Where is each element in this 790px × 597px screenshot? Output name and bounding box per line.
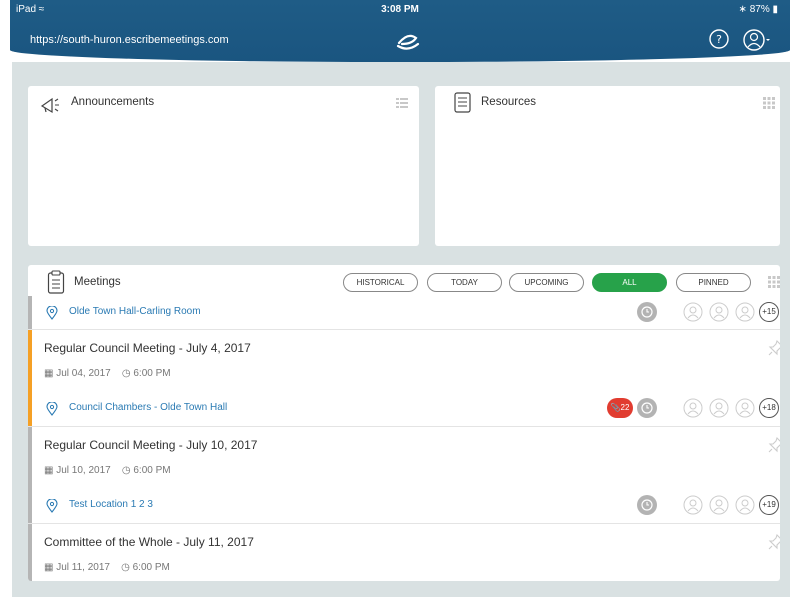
filter-upcoming[interactable]: UPCOMING — [509, 273, 584, 292]
filter-all[interactable]: ALL — [592, 273, 667, 292]
status-bar — [28, 427, 32, 523]
location-pin-icon — [46, 498, 58, 518]
status-bar — [28, 524, 32, 581]
grid-view-icon[interactable] — [763, 96, 775, 114]
attendee-avatar-icon — [683, 302, 703, 322]
list-view-icon[interactable] — [396, 96, 408, 114]
grid-view-icon[interactable] — [768, 275, 780, 293]
meetings-card: Meetings HISTORICAL TODAY UPCOMING ALL P… — [28, 265, 780, 581]
user-profile-icon[interactable] — [742, 28, 770, 57]
meeting-title[interactable]: Regular Council Meeting - July 4, 2017 — [44, 341, 251, 355]
attendee-avatar-icon — [709, 302, 729, 322]
help-icon[interactable]: ? — [708, 28, 730, 55]
location-pin-icon — [46, 305, 58, 325]
document-icon — [453, 92, 473, 119]
meeting-title[interactable]: Committee of the Whole - July 11, 2017 — [44, 535, 254, 549]
meeting-row[interactable]: Regular Council Meeting - July 4, 2017 ▦… — [28, 330, 780, 427]
meetings-title: Meetings — [74, 276, 121, 288]
filter-pinned[interactable]: PINNED — [676, 273, 751, 292]
attendee-avatar-icon — [709, 398, 729, 418]
attachments-badge[interactable]: 📎22 — [607, 398, 633, 418]
attendee-avatar-icon — [683, 398, 703, 418]
pin-icon[interactable] — [768, 533, 780, 555]
attendee-count[interactable]: +18 — [759, 398, 779, 418]
status-bar — [28, 330, 32, 426]
attendee-avatar-icon — [735, 495, 755, 515]
calendar-icon: ▦ — [44, 368, 54, 379]
resources-title: Resources — [481, 96, 536, 108]
meeting-row[interactable]: Committee of the Whole - July 11, 2017 ▦… — [28, 524, 780, 581]
attendee-avatar-icon — [735, 302, 755, 322]
meeting-location-link[interactable]: Olde Town Hall-Carling Room — [69, 306, 201, 317]
status-time: 3:08 PM — [381, 4, 419, 15]
pin-icon[interactable] — [768, 339, 780, 361]
meeting-datetime: ▦ Jul 04, 2017 ◷ 6:00 PM — [44, 368, 171, 379]
clock-icon[interactable] — [637, 398, 657, 418]
svg-text:?: ? — [716, 33, 722, 46]
calendar-icon: ▦ — [44, 465, 54, 476]
attendee-count[interactable]: +15 — [759, 302, 779, 322]
dashboard-content: Announcements Resources Meetings HISTORI… — [12, 62, 790, 597]
meeting-location-link[interactable]: Test Location 1 2 3 — [69, 499, 153, 510]
pin-icon[interactable] — [768, 436, 780, 458]
location-pin-icon — [46, 401, 58, 421]
megaphone-icon — [40, 94, 62, 119]
clipboard-icon — [47, 270, 65, 299]
announcements-card: Announcements — [28, 86, 419, 246]
site-url: https://south-huron.escribemeetings.com — [30, 34, 229, 46]
clock-icon[interactable] — [637, 495, 657, 515]
attendee-avatar-icon — [709, 495, 729, 515]
meeting-location-link[interactable]: Council Chambers - Olde Town Hall — [69, 402, 227, 413]
attendee-avatar-icon — [683, 495, 703, 515]
filter-historical[interactable]: HISTORICAL — [343, 273, 418, 292]
attendee-avatar-icon — [735, 398, 755, 418]
escribe-logo-icon[interactable] — [394, 30, 422, 57]
status-bar — [28, 296, 32, 329]
meeting-row[interactable]: Olde Town Hall-Carling Room +15 — [28, 296, 780, 330]
meeting-datetime: ▦ Jul 10, 2017 ◷ 6:00 PM — [44, 465, 171, 476]
clock-icon[interactable] — [637, 302, 657, 322]
calendar-icon: ▦ — [44, 562, 54, 573]
app-header: iPad ≈ 3:08 PM ∗ 87% ▮ https://south-hur… — [10, 0, 790, 62]
attendee-count[interactable]: +19 — [759, 495, 779, 515]
filter-today[interactable]: TODAY — [427, 273, 502, 292]
meeting-title[interactable]: Regular Council Meeting - July 10, 2017 — [44, 438, 257, 452]
announcements-title: Announcements — [71, 96, 155, 108]
clock-icon: ◷ — [121, 368, 131, 379]
resources-card: Resources — [435, 86, 780, 246]
meeting-row[interactable]: Regular Council Meeting - July 10, 2017 … — [28, 427, 780, 524]
clock-icon: ◷ — [121, 465, 131, 476]
status-battery: ∗ 87% ▮ — [738, 4, 778, 15]
clock-icon: ◷ — [121, 562, 130, 573]
meeting-datetime: ▦ Jul 11, 2017 ◷ 6:00 PM — [44, 562, 170, 573]
